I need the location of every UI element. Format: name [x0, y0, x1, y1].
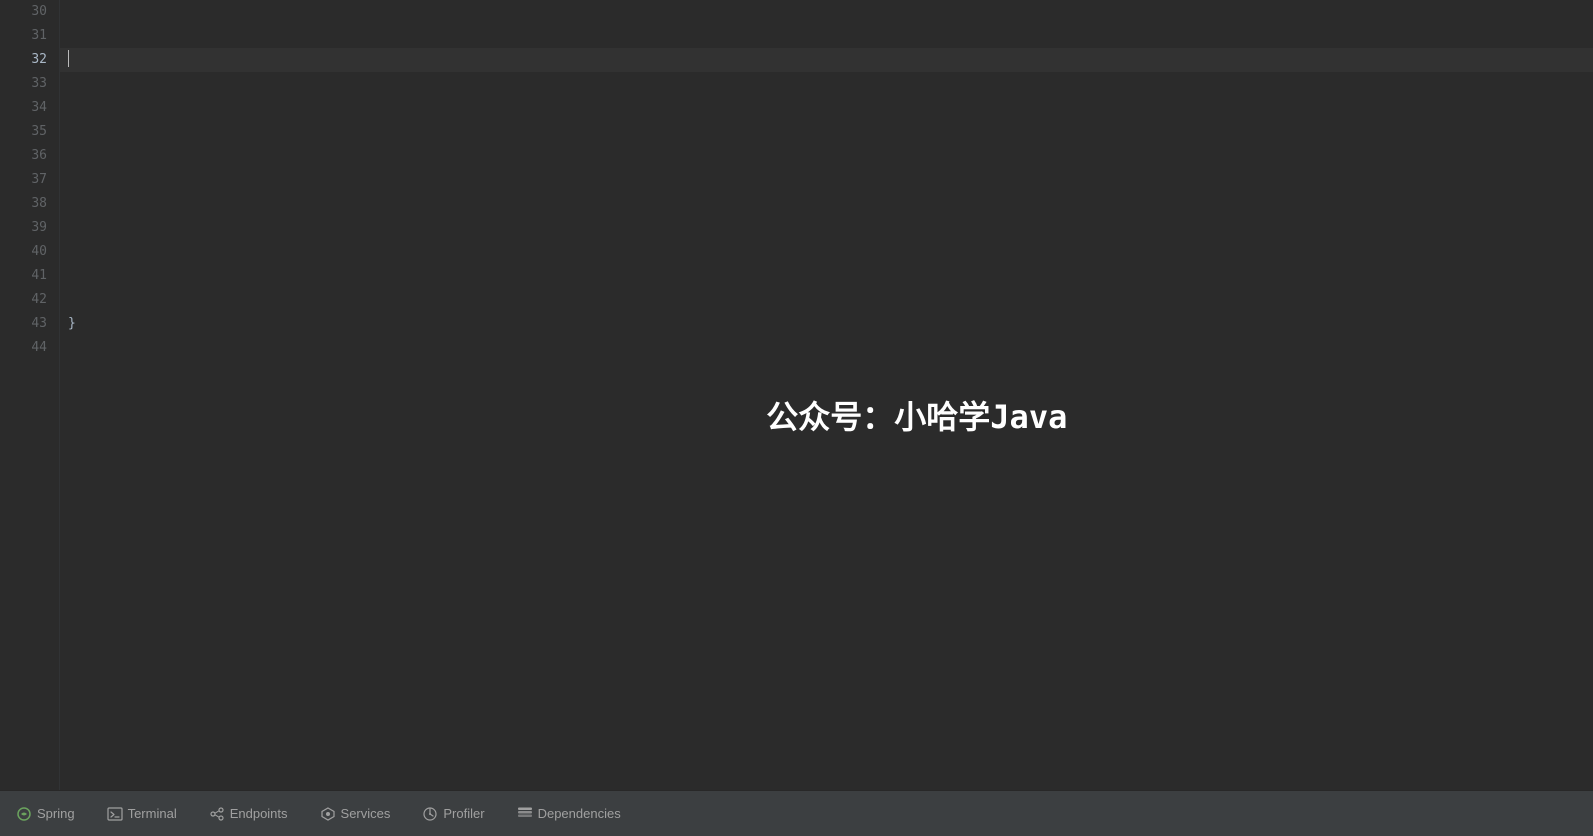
code-line-30: [60, 0, 1593, 24]
code-line-34: [60, 96, 1593, 120]
code-line-35: [60, 120, 1593, 144]
code-line-31: [60, 24, 1593, 48]
tab-services-label: Services: [341, 806, 391, 821]
line-31: 31: [17, 24, 47, 48]
line-39: 39: [17, 216, 47, 240]
line-43: 43: [17, 312, 47, 336]
code-line-36: [60, 144, 1593, 168]
tab-endpoints[interactable]: Endpoints: [193, 791, 304, 836]
line-32: 32: [17, 48, 47, 72]
tab-spring[interactable]: Spring: [0, 791, 91, 836]
bottom-bar: Spring Terminal Endpoints: [0, 790, 1593, 836]
code-line-39: [60, 216, 1593, 240]
watermark: 公众号：小哈学Java: [766, 392, 1067, 438]
code-line-44: [60, 336, 1593, 360]
line-41: 41: [17, 264, 47, 288]
closing-brace: }: [68, 316, 76, 331]
line-40: 40: [17, 240, 47, 264]
tab-profiler[interactable]: Profiler: [406, 791, 500, 836]
tab-dependencies[interactable]: Dependencies: [501, 791, 637, 836]
code-line-42: [60, 288, 1593, 312]
code-line-38: [60, 192, 1593, 216]
line-30: 30: [17, 0, 47, 24]
line-numbers: 30 31 32 33 34 35 36 37 38 39 40 41 42 4…: [0, 0, 60, 790]
services-icon: [320, 806, 336, 822]
text-cursor: [68, 50, 69, 67]
code-line-41: [60, 264, 1593, 288]
line-38: 38: [17, 192, 47, 216]
tab-profiler-label: Profiler: [443, 806, 484, 821]
tab-services[interactable]: Services: [304, 791, 407, 836]
tab-terminal-label: Terminal: [128, 806, 177, 821]
code-line-37: [60, 168, 1593, 192]
code-lines: }: [60, 0, 1593, 360]
line-34: 34: [17, 96, 47, 120]
code-line-32: [60, 48, 1593, 72]
line-37: 37: [17, 168, 47, 192]
tab-endpoints-label: Endpoints: [230, 806, 288, 821]
tab-terminal[interactable]: Terminal: [91, 791, 193, 836]
endpoints-icon: [209, 806, 225, 822]
tab-dependencies-label: Dependencies: [538, 806, 621, 821]
code-line-43: }: [60, 312, 1593, 336]
code-line-40: [60, 240, 1593, 264]
editor-area: 30 31 32 33 34 35 36 37 38 39 40 41 42 4…: [0, 0, 1593, 790]
line-42: 42: [17, 288, 47, 312]
line-33: 33: [17, 72, 47, 96]
tab-spring-label: Spring: [37, 806, 75, 821]
code-content[interactable]: } 公众号：小哈学Java: [60, 0, 1593, 790]
line-36: 36: [17, 144, 47, 168]
dependencies-icon: [517, 806, 533, 822]
spring-icon: [16, 806, 32, 822]
terminal-icon: [107, 806, 123, 822]
line-35: 35: [17, 120, 47, 144]
profiler-icon: [422, 806, 438, 822]
line-44: 44: [17, 336, 47, 360]
code-line-33: [60, 72, 1593, 96]
